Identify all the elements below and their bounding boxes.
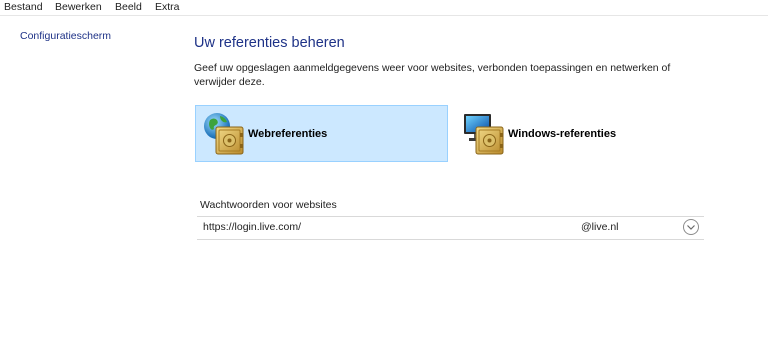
page-description: Geef uw opgeslagen aanmeldgegevens weer … <box>194 62 671 88</box>
menu-bewerken[interactable]: Bewerken <box>55 0 102 14</box>
chevron-down-icon[interactable] <box>683 219 699 235</box>
globe-vault-icon <box>202 111 248 157</box>
computer-vault-icon <box>462 111 508 157</box>
credential-url: https://login.live.com/ <box>203 221 302 233</box>
control-panel-link[interactable]: Configuratiescherm <box>20 30 111 42</box>
menu-extra[interactable]: Extra <box>155 0 180 14</box>
credential-row[interactable]: https://login.live.com/ @live.nl <box>197 217 704 239</box>
divider-bottom <box>197 239 704 240</box>
web-credentials-label: Webreferenties <box>248 127 328 140</box>
credential-username: @live.nl <box>581 221 619 233</box>
windows-credentials-tile[interactable]: Windows-referenties <box>456 105 708 162</box>
menu-bar: Bestand Bewerken Beeld Extra <box>0 0 768 16</box>
menu-bestand[interactable]: Bestand <box>4 0 43 14</box>
web-credentials-tile[interactable]: Webreferenties <box>195 105 448 162</box>
page-title: Uw referenties beheren <box>194 35 345 51</box>
section-title: Wachtwoorden voor websites <box>200 199 337 211</box>
windows-credentials-label: Windows-referenties <box>508 127 617 140</box>
menu-beeld[interactable]: Beeld <box>115 0 142 14</box>
